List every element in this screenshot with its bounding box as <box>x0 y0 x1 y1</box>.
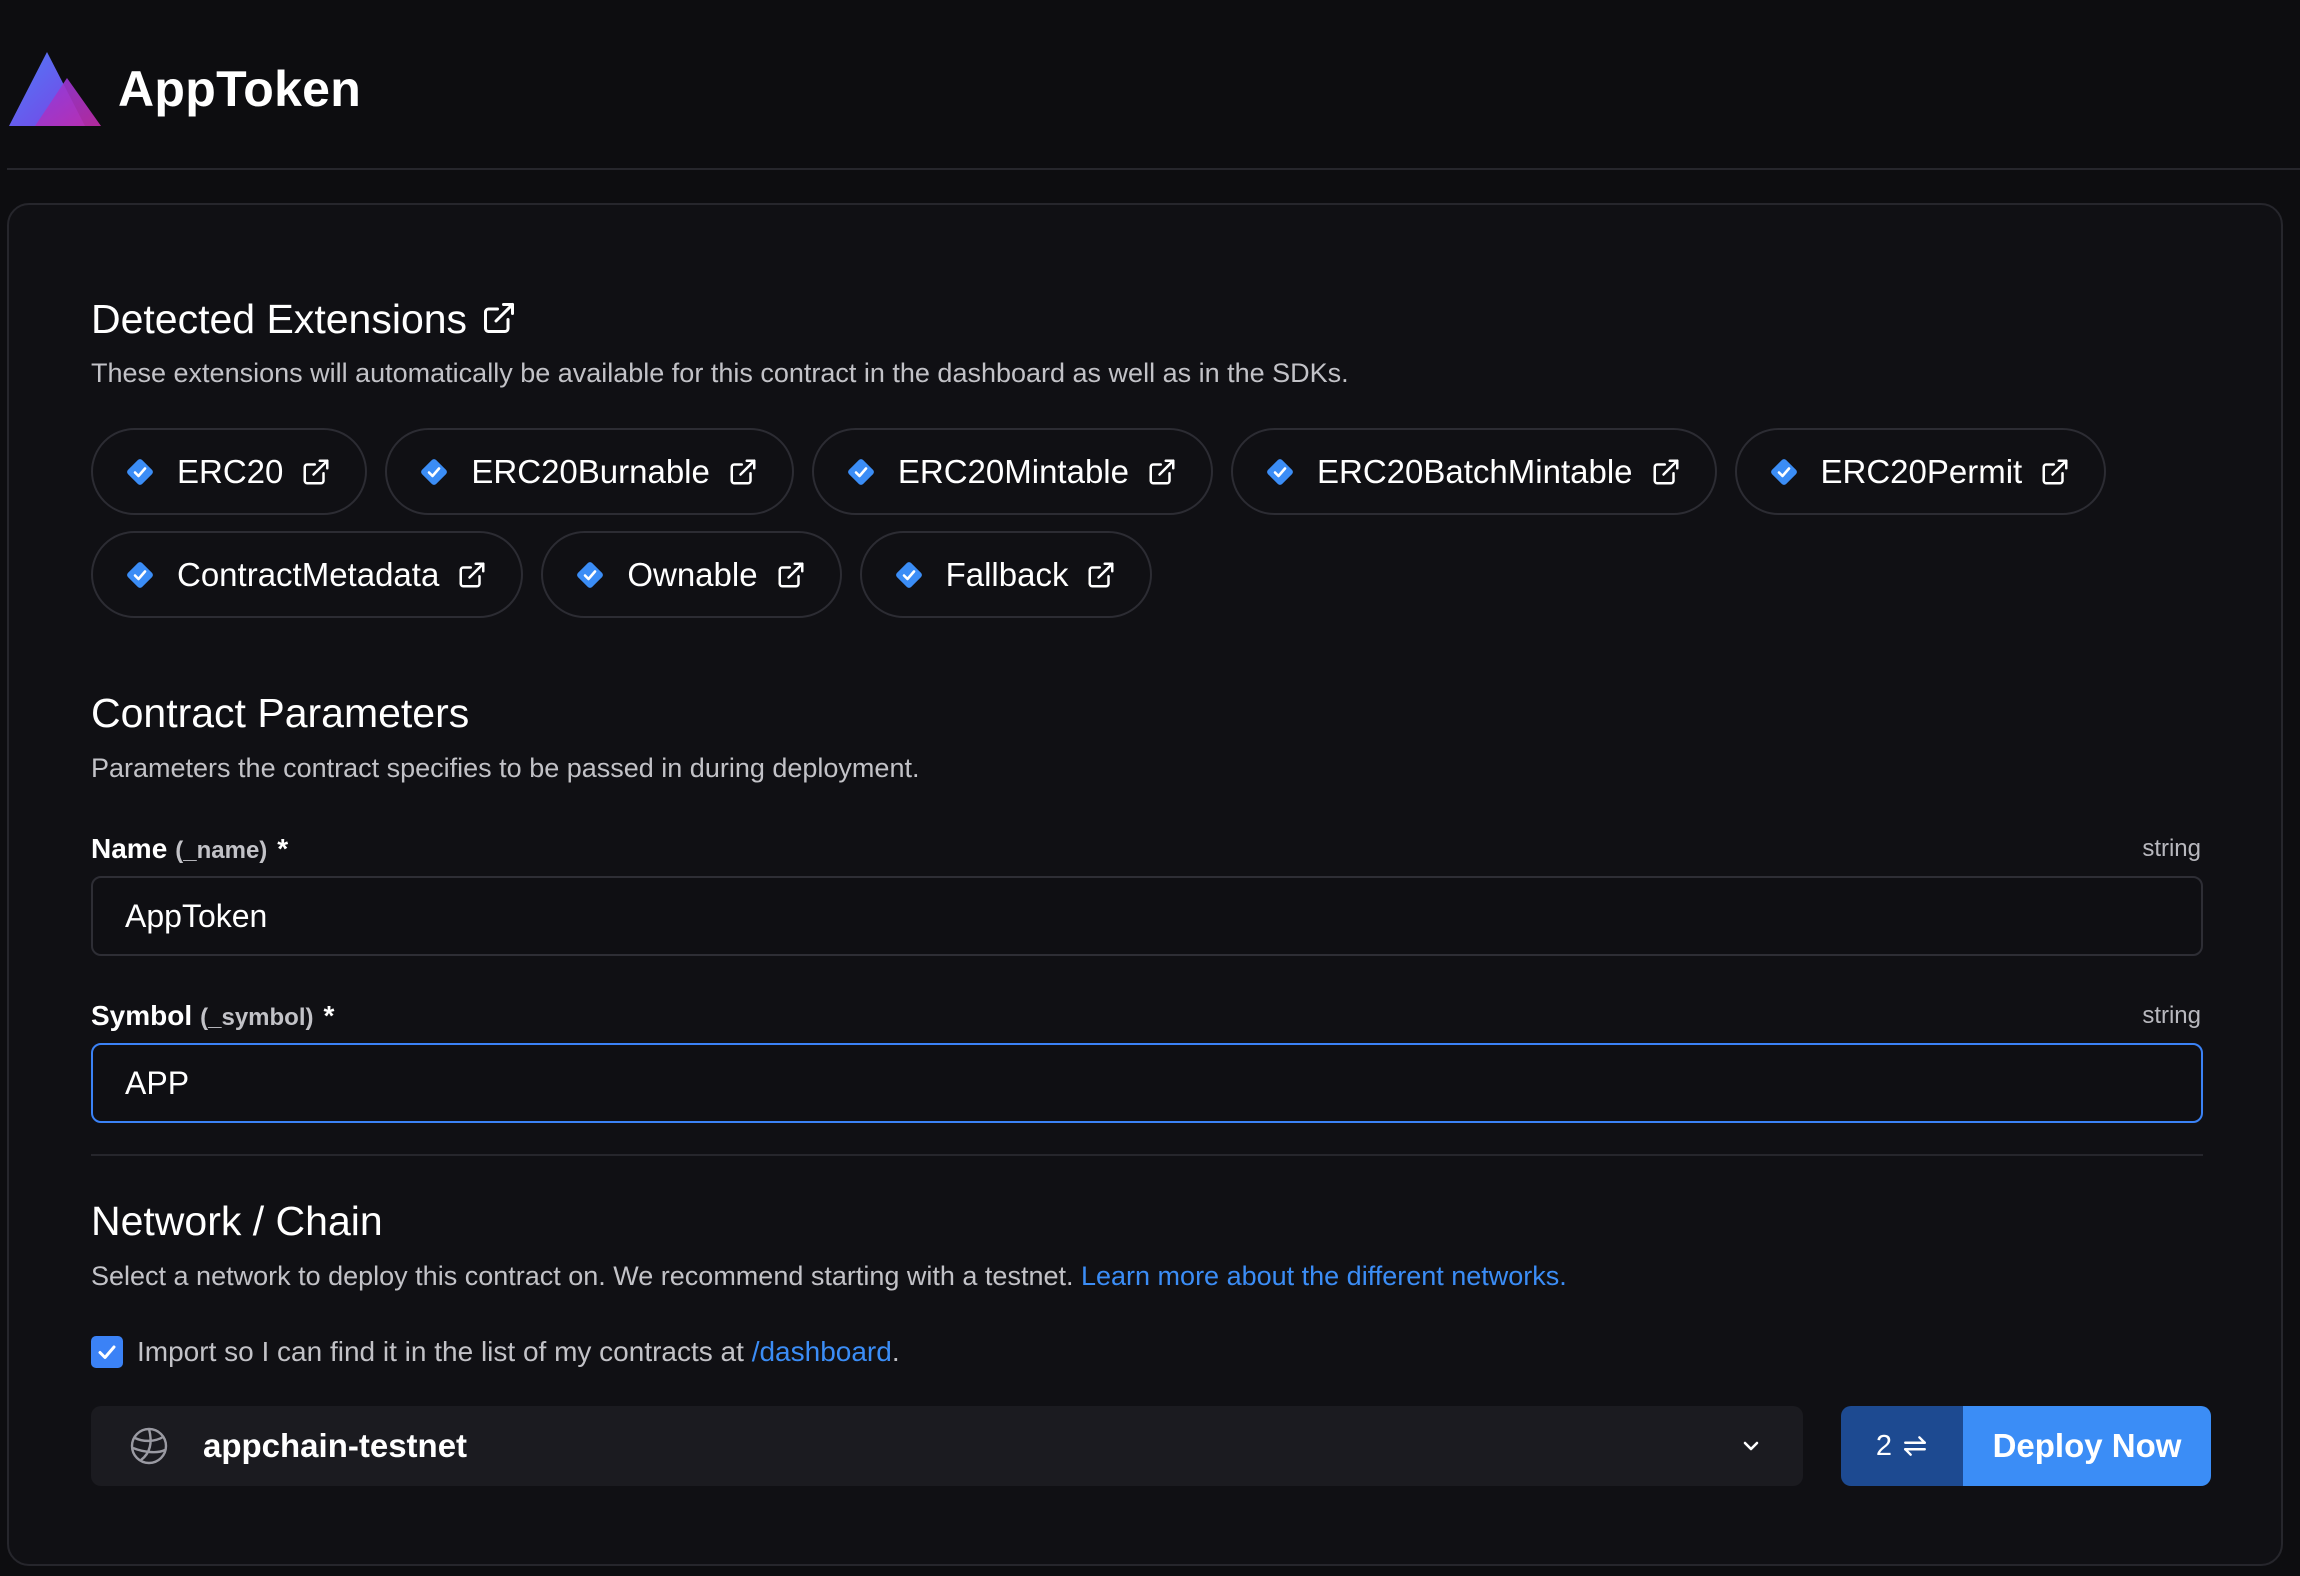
app-logo-icon <box>9 52 101 126</box>
external-link-icon <box>1149 459 1175 484</box>
verified-badge-icon <box>421 458 448 485</box>
app-header: AppToken <box>0 0 2300 170</box>
params-title: Contract Parameters <box>91 690 470 736</box>
import-label: Import so I can find it in the list of m… <box>137 1334 900 1370</box>
extension-name: ERC20 <box>177 452 284 490</box>
verified-badge-icon <box>577 561 604 588</box>
extension-chip[interactable]: ERC20BatchMintable <box>1231 428 1717 515</box>
app-title: AppToken <box>118 61 362 117</box>
name-field-type: string <box>2142 835 2201 862</box>
deploy-count-button[interactable]: 2 <box>1841 1406 1963 1486</box>
name-label-text: Name <box>91 833 168 864</box>
name-field-label: Name (_name) * <box>91 831 288 869</box>
swap-arrows-icon <box>1904 1436 1927 1456</box>
name-param-text: (_name) <box>175 837 268 864</box>
verified-badge-icon <box>127 458 153 485</box>
extension-chip[interactable]: Ownable <box>541 531 842 618</box>
section-divider <box>91 1154 2203 1156</box>
deploy-count-text: 2 <box>1875 1429 1893 1462</box>
globe-icon <box>130 1427 168 1465</box>
deploy-now-button[interactable]: Deploy Now <box>1963 1406 2211 1486</box>
extension-name: ERC20Mintable <box>897 452 1129 490</box>
chevron-down-icon <box>1743 1441 1759 1451</box>
required-marker: * <box>277 833 289 864</box>
external-link-icon <box>1088 562 1114 587</box>
external-link-icon <box>303 459 329 484</box>
extensions-title-text: Detected Extensions <box>91 296 468 342</box>
external-link-icon <box>730 459 756 484</box>
extension-chip[interactable]: ERC20Permit <box>1734 428 2107 515</box>
header-divider <box>7 168 2300 170</box>
extension-chip[interactable]: Fallback <box>859 531 1153 618</box>
extension-chip[interactable]: ERC20Burnable <box>385 428 794 515</box>
extensions-row-1: ERC20 ERC20Burnable ERC20Mintable ERC20Batc… <box>91 428 2107 515</box>
extension-name: ERC20Permit <box>1820 452 2023 490</box>
extensions-row-2: ContractMetadata Ownable Fallback <box>91 531 1153 618</box>
extension-chip[interactable]: ERC20 <box>91 428 368 515</box>
page: AppToken Detected Extensions These exten… <box>0 0 2300 1576</box>
extension-name: Ownable <box>627 555 758 593</box>
verified-badge-icon <box>1267 458 1293 485</box>
required-marker: * <box>323 1000 335 1031</box>
extension-chip[interactable]: ERC20Mintable <box>811 428 1213 515</box>
symbol-label-text: Symbol <box>91 1000 193 1031</box>
symbol-param-text: (_symbol) <box>200 1004 314 1031</box>
selected-network: appchain-testnet <box>203 1427 468 1464</box>
extension-chip[interactable]: ContractMetadata <box>91 531 524 618</box>
verified-badge-icon <box>1770 458 1797 485</box>
external-link-icon <box>1653 459 1678 484</box>
import-checkbox[interactable] <box>91 1336 123 1368</box>
network-title: Network / Chain <box>91 1198 383 1244</box>
params-description: Parameters the contract specifies to be … <box>91 753 920 783</box>
verified-badge-icon <box>895 561 922 588</box>
symbol-input[interactable] <box>91 1043 2203 1123</box>
import-text: Import so I can find it in the list of m… <box>137 1336 744 1367</box>
learn-more-link[interactable]: Learn more about the different networks. <box>1081 1261 1567 1291</box>
network-select[interactable]: appchain-testnet <box>91 1406 1803 1486</box>
external-link-icon <box>459 562 485 587</box>
extensions-description: These extensions will automatically be a… <box>91 358 1349 388</box>
extension-name: ERC20Burnable <box>471 452 710 490</box>
network-description: Select a network to deploy this contract… <box>91 1258 1567 1294</box>
symbol-field-type: string <box>2142 1002 2201 1029</box>
extension-name: Fallback <box>945 555 1069 593</box>
symbol-field-label: Symbol (_symbol) * <box>91 998 334 1036</box>
external-link-icon <box>2042 459 2068 484</box>
verified-badge-icon <box>127 561 153 588</box>
dashboard-link[interactable]: /dashboard <box>752 1336 892 1367</box>
verified-badge-icon <box>847 458 874 485</box>
import-suffix: . <box>891 1336 900 1367</box>
network-description-text: Select a network to deploy this contract… <box>91 1261 1074 1291</box>
extensions-title: Detected Extensions <box>91 293 517 345</box>
external-link-icon <box>778 562 804 587</box>
check-icon <box>98 1345 116 1359</box>
deploy-card: Detected Extensions These extensions wil… <box>7 203 2283 1566</box>
name-input[interactable] <box>91 876 2203 956</box>
deploy-button-group: 2 Deploy Now <box>1841 1406 2211 1486</box>
external-link-icon[interactable] <box>481 300 517 336</box>
extension-name: ERC20BatchMintable <box>1317 452 1633 490</box>
extension-name: ContractMetadata <box>177 555 440 593</box>
